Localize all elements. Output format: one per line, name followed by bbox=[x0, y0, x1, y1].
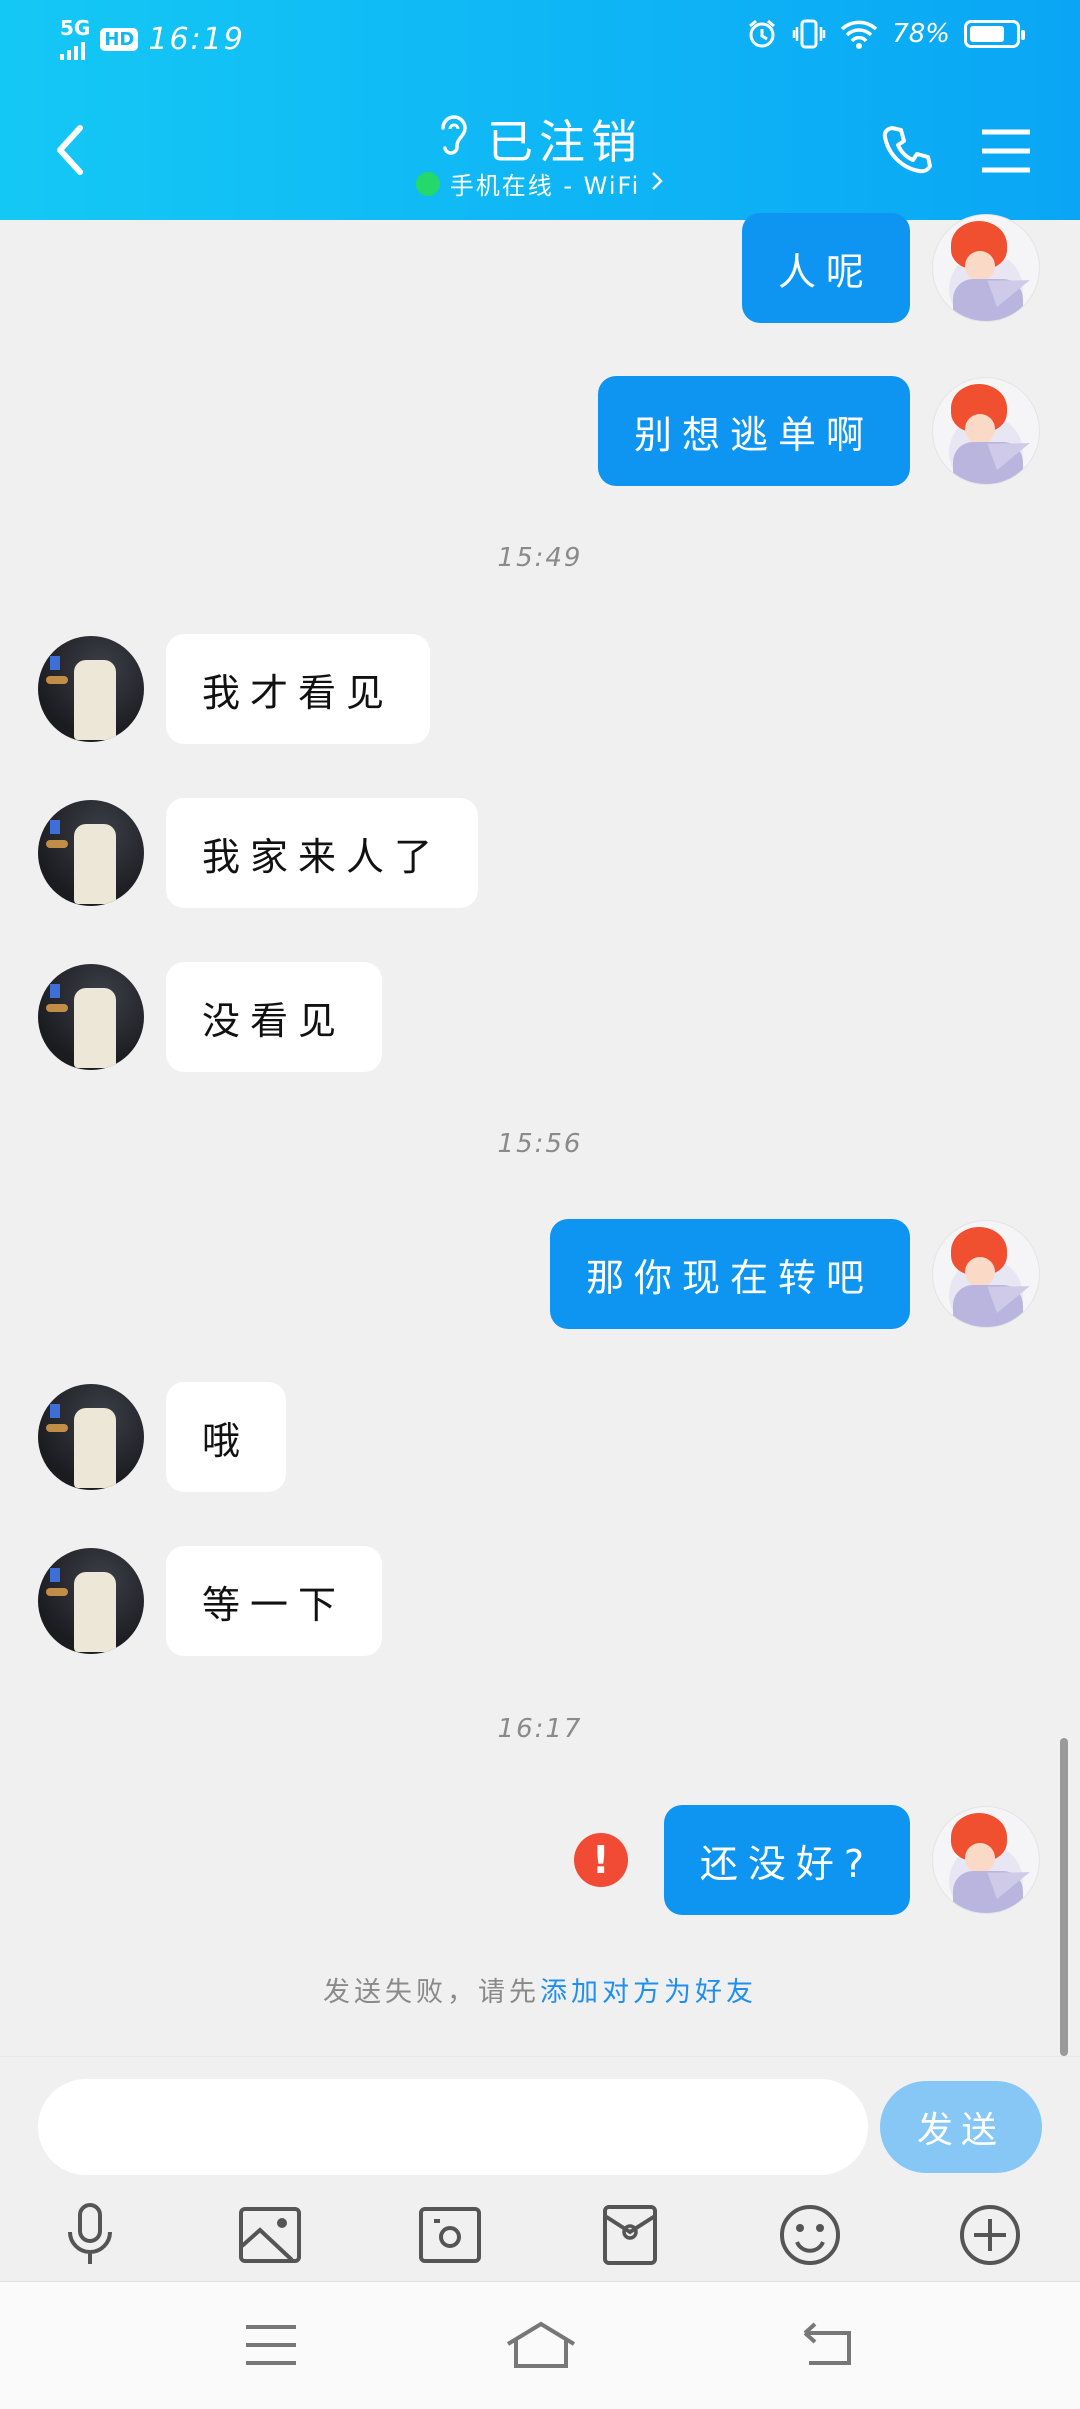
phone-icon bbox=[882, 126, 932, 174]
recent-apps-button[interactable] bbox=[226, 2312, 316, 2378]
back-nav-button[interactable] bbox=[780, 2312, 870, 2378]
message-bubble[interactable]: 没看见 bbox=[166, 962, 383, 1072]
self-avatar[interactable] bbox=[932, 1220, 1040, 1328]
emoji-icon bbox=[780, 2205, 840, 2265]
alarm-icon bbox=[746, 18, 778, 50]
plus-icon bbox=[960, 2205, 1020, 2265]
camera-icon bbox=[419, 2207, 481, 2263]
red-packet-button[interactable] bbox=[590, 2195, 670, 2275]
voice-input-button[interactable] bbox=[50, 2195, 130, 2275]
home-icon bbox=[506, 2321, 576, 2368]
message-bubble[interactable]: 别想逃单啊 bbox=[597, 376, 910, 486]
message-timestamp: 15:49 bbox=[497, 543, 583, 573]
status-left: 5G HD 16:19 bbox=[60, 18, 245, 60]
message-bubble[interactable]: 我才看见 bbox=[166, 634, 431, 744]
chat-title: 已注销 bbox=[487, 115, 643, 169]
contact-avatar[interactable] bbox=[38, 1384, 144, 1490]
message-row: 哦 bbox=[38, 1382, 287, 1492]
photo-button[interactable] bbox=[230, 2195, 310, 2275]
message-bubble[interactable]: 等一下 bbox=[166, 1546, 383, 1656]
wifi-icon bbox=[840, 19, 878, 49]
message-bubble[interactable]: 还没好? bbox=[663, 1805, 910, 1915]
contact-avatar[interactable] bbox=[38, 636, 144, 742]
contact-avatar[interactable] bbox=[38, 1548, 144, 1654]
contact-avatar[interactable] bbox=[38, 800, 144, 906]
message-row: ! 还没好? bbox=[573, 1805, 1040, 1915]
vibrate-icon bbox=[792, 18, 826, 50]
message-bubble[interactable]: 我家来人了 bbox=[166, 798, 479, 908]
self-avatar[interactable] bbox=[932, 1806, 1040, 1914]
voice-call-button[interactable] bbox=[880, 122, 934, 180]
more-button[interactable] bbox=[950, 2195, 1030, 2275]
ear-icon bbox=[437, 112, 471, 167]
hd-badge: HD bbox=[100, 27, 139, 51]
input-toolbar bbox=[0, 2195, 1080, 2275]
self-avatar[interactable] bbox=[932, 377, 1040, 485]
message-row: 我家来人了 bbox=[38, 798, 479, 908]
status-bar: 5G HD 16:19 78% bbox=[0, 0, 1080, 80]
send-failed-icon[interactable]: ! bbox=[573, 1833, 628, 1887]
battery-percent: 78% bbox=[892, 19, 950, 49]
battery-icon bbox=[964, 20, 1025, 48]
message-row: 那你现在转吧 bbox=[549, 1219, 1040, 1329]
message-input[interactable] bbox=[38, 2079, 868, 2175]
online-status-text: 手机在线 - WiFi bbox=[449, 172, 641, 200]
network-type: 5G bbox=[60, 16, 91, 40]
self-avatar[interactable] bbox=[932, 214, 1040, 322]
message-bubble[interactable]: 哦 bbox=[166, 1382, 287, 1492]
battery-level bbox=[970, 26, 1004, 42]
message-row: 别想逃单啊 bbox=[597, 376, 1040, 486]
message-bubble[interactable]: 人呢 bbox=[741, 213, 910, 323]
system-navigation-bar bbox=[0, 2281, 1080, 2409]
message-bubble[interactable]: 那你现在转吧 bbox=[549, 1219, 910, 1329]
chat-scrollbar[interactable] bbox=[1060, 1738, 1068, 2056]
send-failed-notice: 发送失败，请先添加对方为好友 bbox=[0, 1970, 1080, 2009]
back-icon bbox=[803, 2322, 851, 2365]
composer: 发送 bbox=[0, 2056, 1080, 2282]
message-row: 我才看见 bbox=[38, 634, 431, 744]
red-packet-icon bbox=[603, 2205, 657, 2265]
contact-avatar[interactable] bbox=[38, 964, 144, 1070]
emoji-button[interactable] bbox=[770, 2195, 850, 2275]
picture-icon bbox=[239, 2207, 301, 2263]
online-status-dot bbox=[415, 171, 440, 196]
camera-button[interactable] bbox=[410, 2195, 490, 2275]
send-button[interactable]: 发送 bbox=[880, 2081, 1042, 2173]
status-time: 16:19 bbox=[148, 21, 245, 57]
menu-icon bbox=[246, 2325, 296, 2365]
chevron-right-icon bbox=[650, 170, 664, 198]
message-row: 没看见 bbox=[38, 962, 383, 1072]
message-row: 等一下 bbox=[38, 1546, 383, 1656]
message-timestamp: 16:17 bbox=[497, 1714, 583, 1744]
cellular-signal-icon: 5G bbox=[60, 18, 90, 60]
menu-icon bbox=[982, 129, 1030, 173]
send-failed-text: 发送失败，请先 bbox=[323, 1977, 540, 2008]
home-button[interactable] bbox=[496, 2312, 586, 2378]
message-timestamp: 15:56 bbox=[497, 1129, 583, 1159]
microphone-icon bbox=[68, 2203, 112, 2264]
message-row: 人呢 bbox=[741, 213, 1040, 323]
status-right: 78% bbox=[746, 18, 1025, 50]
add-friend-link[interactable]: 添加对方为好友 bbox=[540, 1977, 757, 2008]
chat-menu-button[interactable] bbox=[980, 128, 1032, 178]
chat-header: 5G HD 16:19 78% 已注销 手机在线 - WiFi bbox=[0, 0, 1080, 220]
